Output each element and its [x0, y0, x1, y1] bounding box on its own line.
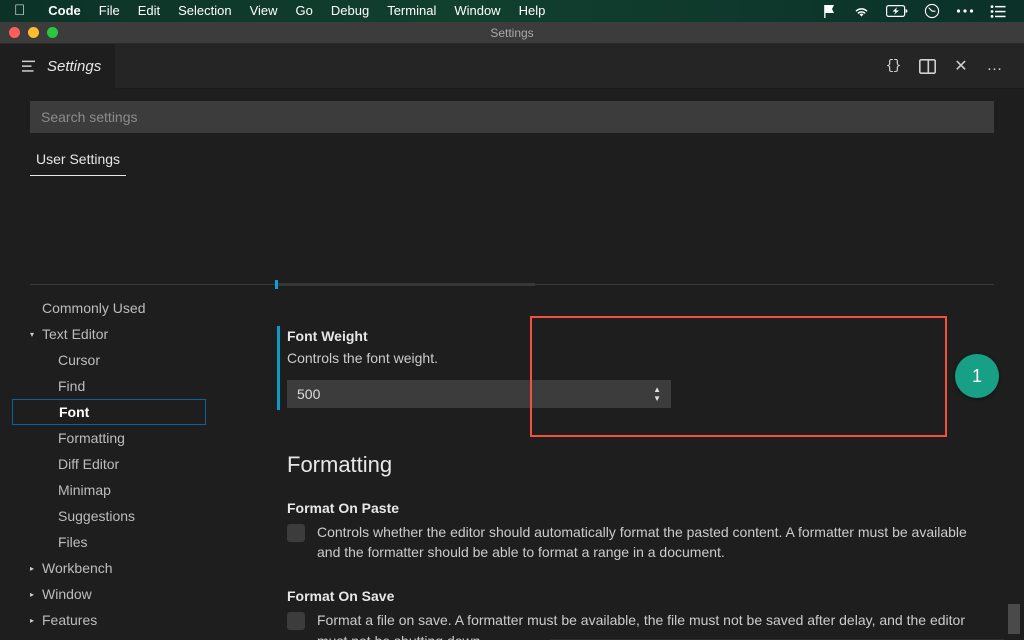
menu-item-go[interactable]: Go: [287, 0, 322, 22]
toc-item-cursor[interactable]: Cursor: [0, 347, 265, 373]
toc-label: Suggestions: [58, 508, 136, 524]
vertical-scrollbar-thumb[interactable]: [1008, 604, 1020, 634]
chevron-right-icon: ▸: [29, 563, 34, 573]
settings-group-formatting: Formatting Format On Paste Controls whet…: [265, 452, 1024, 640]
horizontal-scrollbar[interactable]: [278, 283, 535, 286]
menu-item-file[interactable]: File: [90, 0, 129, 22]
menu-item-window[interactable]: Window: [445, 0, 509, 22]
setting-title: Format On Save: [287, 588, 395, 605]
window-title: Settings: [490, 26, 534, 40]
toc-label: Commonly Used: [42, 300, 146, 316]
control-center-icon[interactable]: [990, 2, 1006, 20]
menu-bar-status-icons: [815, 2, 1024, 20]
setting-modified-indicator: [277, 326, 280, 410]
settings-toc-tree: Commonly Used ▾ Text Editor Cursor Find …: [0, 287, 265, 640]
apple-menu-icon[interactable]: : [14, 3, 25, 18]
setting-title: Format On Paste: [287, 499, 400, 516]
stepper-arrows-icon[interactable]: ▲ ▼: [653, 385, 661, 402]
chevron-down-icon: ▾: [29, 329, 34, 339]
settings-scope-tabs: User Settings: [30, 147, 994, 176]
window-close-button[interactable]: [9, 27, 20, 38]
toc-label: Minimap: [58, 482, 111, 498]
toc-label: Diff Editor: [58, 456, 120, 472]
toc-item-formatting[interactable]: Formatting: [0, 425, 265, 451]
settings-list: Font Weight Controls the font weight. 50…: [265, 287, 1024, 640]
stepper-up-icon[interactable]: ▲: [653, 385, 661, 393]
setting-description: Controls whether the editor should autom…: [317, 523, 967, 561]
setting-format-on-paste: Format On Paste Controls whether the edi…: [287, 500, 1024, 563]
flag-icon[interactable]: [823, 2, 837, 20]
toc-label: Features: [42, 612, 98, 628]
split-editor-icon[interactable]: [912, 51, 942, 81]
toc-item-files[interactable]: Files: [0, 529, 265, 555]
close-editor-icon[interactable]: ✕: [946, 51, 976, 81]
menu-item-help[interactable]: Help: [510, 0, 555, 22]
wifi-icon[interactable]: [853, 2, 870, 20]
toc-item-features[interactable]: ▸ Features: [0, 607, 265, 633]
toc-item-text-editor[interactable]: ▾ Text Editor: [0, 321, 265, 347]
toc-item-diff-editor[interactable]: Diff Editor: [0, 451, 265, 477]
menu-item-debug[interactable]: Debug: [322, 0, 378, 22]
format-on-save-checkbox[interactable]: [287, 612, 305, 631]
stepper-down-icon[interactable]: ▼: [653, 394, 661, 402]
editor-tab-strip: Settings {} ✕ …: [0, 43, 1024, 89]
toc-label: Find: [58, 378, 86, 394]
toc-item-suggestions[interactable]: Suggestions: [0, 503, 265, 529]
toc-item-minimap[interactable]: Minimap: [0, 477, 265, 503]
editor-actions: {} ✕ …: [878, 51, 1024, 81]
menu-item-terminal[interactable]: Terminal: [378, 0, 445, 22]
tab-settings[interactable]: Settings: [0, 43, 116, 89]
group-heading: Formatting: [287, 451, 393, 477]
window-traffic-lights: [9, 27, 58, 38]
setting-description: Controls the font weight.: [287, 350, 438, 366]
font-weight-combobox[interactable]: 500 ▲ ▼: [287, 379, 671, 408]
toc-item-workbench[interactable]: ▸ Workbench: [0, 555, 265, 581]
chevron-right-icon: ▸: [29, 589, 34, 599]
tab-label: Settings: [47, 57, 102, 75]
setting-title: Font Weight: [287, 328, 368, 344]
toc-label: Font: [59, 404, 90, 420]
menu-item-view[interactable]: View: [241, 0, 287, 22]
toc-label: Files: [58, 534, 88, 550]
chevron-right-icon: ▸: [29, 615, 34, 625]
macos-menu-bar:  Code File Edit Selection View Go Debug…: [0, 0, 1024, 22]
vscode-window: Settings Settings {} ✕ … Search settings…: [0, 22, 1024, 640]
setting-description: Format a file on save. A formatter must …: [317, 612, 965, 640]
tab-user-settings[interactable]: User Settings: [30, 147, 127, 176]
window-maximize-button[interactable]: [47, 27, 58, 38]
settings-editor: User Settings Commonly Used ▾ Text Edito…: [0, 89, 1024, 640]
search-input[interactable]: [30, 101, 994, 133]
toc-label: Formatting: [58, 430, 125, 446]
toc-item-find[interactable]: Find: [0, 373, 265, 399]
setting-font-weight: Font Weight Controls the font weight. 50…: [265, 320, 1024, 416]
format-on-paste-checkbox[interactable]: [287, 523, 305, 542]
open-settings-json-icon[interactable]: {}: [878, 51, 908, 81]
toc-item-window[interactable]: ▸ Window: [0, 581, 265, 607]
setting-format-on-save: Format On Save Format a file on save. A …: [287, 588, 1024, 640]
siri-icon[interactable]: [924, 2, 940, 20]
toc-label: Window: [42, 586, 92, 602]
battery-charging-icon[interactable]: [886, 2, 908, 20]
toc-label: Cursor: [58, 352, 101, 368]
settings-search-row: [0, 89, 1024, 133]
more-actions-icon[interactable]: …: [980, 51, 1010, 81]
menu-item-code[interactable]: Code: [39, 0, 90, 22]
settings-panes: Commonly Used ▾ Text Editor Cursor Find …: [0, 287, 1024, 640]
menu-item-selection[interactable]: Selection: [169, 0, 240, 22]
window-title-bar: Settings: [0, 22, 1024, 44]
setting-control-row: Format a file on save. A formatter must …: [287, 610, 1024, 640]
annotation-step-badge: 1: [955, 354, 999, 398]
toc-item-font[interactable]: Font: [12, 399, 206, 425]
toc-item-commonly-used[interactable]: Commonly Used: [0, 295, 265, 321]
toc-item-application[interactable]: ▸ Application: [0, 633, 265, 640]
settings-lines-icon: [22, 60, 37, 73]
ellipsis-icon[interactable]: [956, 2, 974, 20]
toc-label: Workbench: [42, 560, 113, 576]
combobox-value: 500: [297, 385, 321, 402]
toc-label: Text Editor: [42, 326, 109, 342]
setting-control-row: Controls whether the editor should autom…: [287, 522, 1024, 563]
window-minimize-button[interactable]: [28, 27, 39, 38]
menu-item-edit[interactable]: Edit: [129, 0, 169, 22]
